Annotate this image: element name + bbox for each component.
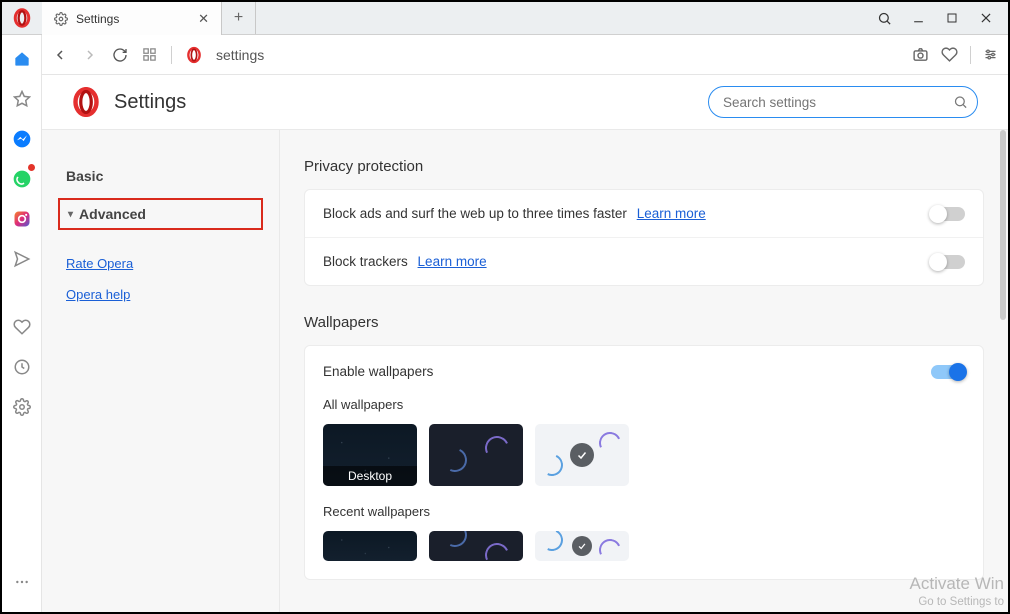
titlebar: Settings ✕ + xyxy=(2,2,1008,35)
recent-wallpapers-label: Recent wallpapers xyxy=(323,504,965,519)
reload-icon[interactable] xyxy=(112,47,128,63)
forward-icon[interactable] xyxy=(82,47,98,63)
check-icon xyxy=(570,443,594,467)
check-icon xyxy=(572,536,592,556)
wallpaper-thumb-light-selected[interactable] xyxy=(535,424,629,486)
extensions-icon[interactable] xyxy=(142,47,157,62)
speed-dial-icon[interactable] xyxy=(2,39,42,79)
url-text[interactable]: settings xyxy=(216,47,264,63)
privacy-row-block-trackers: Block trackers Learn more xyxy=(305,238,983,285)
all-wallpapers-label: All wallpapers xyxy=(323,397,965,412)
section-title-wallpapers: Wallpapers xyxy=(304,314,984,331)
scrollbar[interactable] xyxy=(1000,130,1006,320)
learn-more-link[interactable]: Learn more xyxy=(637,206,706,221)
wallpaper-thumb-recent-1[interactable] xyxy=(323,531,417,561)
new-tab-button[interactable]: + xyxy=(222,2,256,34)
row-label: Block trackers xyxy=(323,254,408,269)
learn-more-link[interactable]: Learn more xyxy=(418,254,487,269)
close-icon[interactable]: ✕ xyxy=(198,11,209,27)
more-icon[interactable] xyxy=(2,562,42,602)
whatsapp-icon[interactable] xyxy=(2,159,42,199)
vertical-sidebar xyxy=(2,35,42,612)
back-icon[interactable] xyxy=(52,47,68,63)
wallpaper-thumb-desktop[interactable]: Desktop xyxy=(323,424,417,486)
easy-setup-icon[interactable] xyxy=(983,47,998,62)
history-icon[interactable] xyxy=(2,347,42,387)
site-opera-icon xyxy=(186,46,202,64)
search-icon[interactable] xyxy=(876,10,892,26)
toggle-block-ads[interactable] xyxy=(931,207,965,221)
opera-logo-icon xyxy=(72,87,100,117)
bookmarks-icon[interactable] xyxy=(2,79,42,119)
sidebar-item-label: Advanced xyxy=(79,206,146,222)
wallpaper-thumb-recent-2[interactable] xyxy=(429,531,523,561)
page-header: Settings xyxy=(42,75,1008,130)
row-label: Block ads and surf the web up to three t… xyxy=(323,206,627,221)
caret-down-icon: ▾ xyxy=(68,209,73,220)
sidebar-item-basic[interactable]: Basic xyxy=(58,158,263,194)
page-title: Settings xyxy=(114,91,186,114)
toggle-enable-wallpapers[interactable] xyxy=(931,365,965,379)
all-wallpapers-row: Desktop xyxy=(323,424,965,486)
row-text: Block trackers Learn more xyxy=(323,254,487,269)
snapshot-icon[interactable] xyxy=(912,46,929,63)
gear-icon xyxy=(54,12,68,26)
row-text: Block ads and surf the web up to three t… xyxy=(323,206,706,221)
favorite-icon[interactable] xyxy=(941,46,958,63)
settings-gear-icon[interactable] xyxy=(2,387,42,427)
settings-page: Settings Basic ▾ Advanced Rate Opera Ope… xyxy=(42,75,1008,612)
send-icon[interactable] xyxy=(2,239,42,279)
window-controls xyxy=(862,2,1008,34)
maximize-icon[interactable] xyxy=(944,10,960,26)
sidebar-item-advanced[interactable]: ▾ Advanced xyxy=(58,198,263,230)
close-window-icon[interactable] xyxy=(978,10,994,26)
sidebar-link-rate[interactable]: Rate Opera xyxy=(58,248,263,279)
minimize-icon[interactable] xyxy=(910,10,926,26)
sidebar-link-help[interactable]: Opera help xyxy=(58,279,263,310)
search-icon[interactable] xyxy=(953,95,968,110)
thumb-label: Desktop xyxy=(323,466,417,486)
messenger-icon[interactable] xyxy=(2,119,42,159)
recent-wallpapers-row xyxy=(323,531,965,561)
settings-content[interactable]: Privacy protection Block ads and surf th… xyxy=(280,130,1008,612)
toggle-block-trackers[interactable] xyxy=(931,255,965,269)
wallpapers-card: Enable wallpapers All wallpapers Desktop xyxy=(304,345,984,580)
opera-logo-icon[interactable] xyxy=(2,2,42,34)
wallpaper-thumb-dark[interactable] xyxy=(429,424,523,486)
settings-sidebar: Basic ▾ Advanced Rate Opera Opera help xyxy=(42,130,280,612)
tab-title: Settings xyxy=(76,12,190,26)
privacy-row-block-ads: Block ads and surf the web up to three t… xyxy=(305,190,983,238)
titlebar-spacer xyxy=(256,2,862,34)
section-title-privacy: Privacy protection xyxy=(304,158,984,175)
enable-wallpapers-label: Enable wallpapers xyxy=(323,364,433,379)
instagram-icon[interactable] xyxy=(2,199,42,239)
address-bar: settings xyxy=(42,35,1008,75)
tab-settings[interactable]: Settings ✕ xyxy=(42,2,222,35)
search-input[interactable] xyxy=(708,86,978,118)
privacy-card: Block ads and surf the web up to three t… xyxy=(304,189,984,286)
heart-icon[interactable] xyxy=(2,307,42,347)
wallpaper-thumb-recent-3[interactable] xyxy=(535,531,629,561)
